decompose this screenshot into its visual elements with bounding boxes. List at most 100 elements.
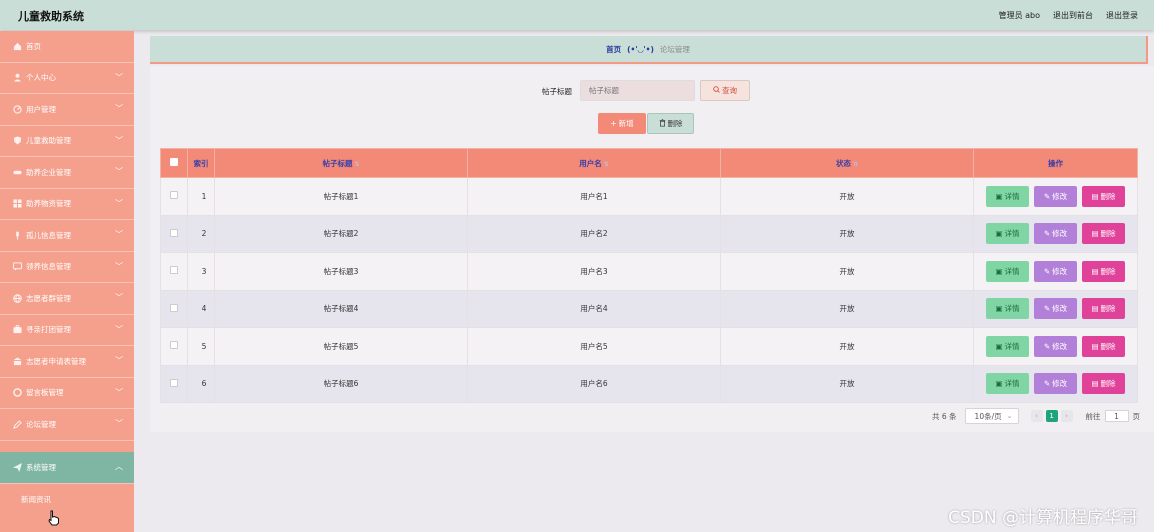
edit-button[interactable]: ✎ 修改 — [1034, 260, 1077, 282]
edit-icon: ✎ — [1043, 229, 1051, 239]
delete-button[interactable]: ▤ 删除 — [1082, 335, 1125, 357]
detail-button[interactable]: ▣ 详情 — [986, 185, 1029, 207]
edit-button[interactable]: ✎ 修改 — [1034, 373, 1077, 395]
table-row: 5 帖子标题5 用户名5 开放 ▣ 详情 ✎ 修改 ▤ 删除 — [160, 327, 1138, 366]
search-input[interactable] — [580, 80, 695, 101]
sidebar-item-0[interactable]: 首页 — [0, 31, 134, 63]
detail-button[interactable]: ▣ 详情 — [986, 373, 1029, 395]
col-header-status[interactable]: 状态 ⇅ — [720, 148, 974, 178]
sidebar-item-label: 寻亲打团管理 — [26, 325, 71, 335]
sidebar-item-1[interactable]: 个人中心 ﹀ — [0, 63, 134, 94]
cell-user: 用户名6 — [467, 364, 721, 403]
cell-ops: ▣ 详情 ✎ 修改 ▤ 删除 — [973, 327, 1138, 366]
col-header-user[interactable]: 用户名 ⇅ — [467, 148, 721, 178]
detail-button[interactable]: ▣ 详情 — [986, 298, 1029, 320]
next-page-button[interactable]: › — [1060, 410, 1073, 422]
col-header-title[interactable]: 帖子标题 ⇅ — [214, 148, 468, 178]
row-select-cell — [160, 177, 188, 216]
edit-button[interactable]: ✎ 修改 — [1034, 223, 1077, 245]
delete-button[interactable]: ▤ 删除 — [1082, 223, 1125, 245]
detail-icon: ▣ — [995, 304, 1003, 314]
row-select-cell — [160, 252, 188, 291]
cell-ops: ▣ 详情 ✎ 修改 ▤ 删除 — [973, 214, 1138, 253]
breadcrumb-current: 论坛管理 — [659, 44, 690, 54]
row-checkbox[interactable] — [170, 191, 178, 200]
breadcrumb: 首页 (•'◡'•) 论坛管理 — [150, 36, 1148, 64]
trash-icon: ▤ — [1091, 379, 1099, 389]
sidebar-item-3[interactable]: 儿童救助管理 ﹀ — [0, 126, 134, 157]
table-header-row: 索引 帖子标题 ⇅ 用户名 ⇅ 状态 ⇅ 操作 — [160, 148, 1138, 178]
sidebar-item-9[interactable]: 寻亲打团管理 ﹀ — [0, 315, 134, 346]
detail-icon: ▣ — [995, 379, 1003, 389]
goto-page-input[interactable]: 1 — [1104, 410, 1129, 422]
cell-status: 开放 — [720, 252, 974, 291]
batch-delete-button[interactable]: 删除 — [647, 113, 694, 134]
logout-link[interactable]: 退出登录 — [1106, 10, 1138, 21]
chevron-down-icon: ﹀ — [115, 293, 123, 302]
pager-total: 共 6 条 — [932, 411, 957, 421]
pen-icon — [12, 419, 22, 429]
add-button[interactable]: + 新增 — [598, 113, 646, 134]
sidebar-item-7[interactable]: 领养信息管理 ﹀ — [0, 252, 134, 283]
sidebar-item-4[interactable]: 助养企业管理 ﹀ — [0, 157, 134, 189]
cell-title: 帖子标题3 — [214, 252, 468, 291]
send-icon — [12, 462, 22, 472]
row-select-cell — [160, 364, 188, 403]
handshake-icon — [12, 167, 22, 177]
sidebar-item-8[interactable]: 志愿者群管理 ﹀ — [0, 283, 134, 315]
edit-button[interactable]: ✎ 修改 — [1034, 298, 1077, 320]
cell-index: 1 — [187, 177, 215, 216]
sidebar-item-6[interactable]: 孤儿信息管理 ﹀ — [0, 220, 134, 252]
chevron-down-icon: ﹀ — [115, 356, 123, 365]
edit-button[interactable]: ✎ 修改 — [1034, 335, 1077, 357]
row-checkbox[interactable] — [170, 266, 178, 275]
page-number-current[interactable]: 1 — [1045, 410, 1058, 422]
sidebar-subitem-news[interactable]: 新闻资讯 — [0, 483, 134, 516]
sort-icon: ⇅ — [852, 160, 859, 168]
cell-ops: ▣ 详情 ✎ 修改 ▤ 删除 — [973, 177, 1138, 216]
query-button[interactable]: 查询 — [700, 80, 750, 101]
row-checkbox[interactable] — [170, 341, 178, 350]
detail-button[interactable]: ▣ 详情 — [986, 260, 1029, 282]
sidebar-item-system[interactable]: 系统管理 ︿ — [0, 451, 134, 484]
pagination: 共 6 条 10条/页 ⌄ ‹ 1 › 前往 1 页 — [932, 408, 1140, 424]
app-title: 儿童救助系统 — [18, 10, 84, 23]
trash-icon: ▤ — [1091, 191, 1099, 201]
row-checkbox[interactable] — [170, 303, 178, 312]
edit-button[interactable]: ✎ 修改 — [1034, 185, 1077, 207]
cell-ops: ▣ 详情 ✎ 修改 ▤ 删除 — [973, 252, 1138, 291]
select-all-checkbox[interactable] — [170, 158, 178, 166]
cell-status: 开放 — [720, 214, 974, 253]
row-checkbox[interactable] — [170, 228, 178, 237]
delete-button[interactable]: ▤ 删除 — [1082, 185, 1125, 207]
cell-user: 用户名4 — [467, 289, 721, 328]
message-icon — [12, 262, 22, 272]
delete-button[interactable]: ▤ 删除 — [1082, 260, 1125, 282]
page-size-select[interactable]: 10条/页 ⌄ — [964, 408, 1019, 424]
row-checkbox[interactable] — [170, 378, 178, 387]
chevron-down-icon: ﹀ — [115, 198, 123, 208]
sidebar-item-2[interactable]: 用户管理 ﹀ — [0, 94, 134, 126]
cell-index: 2 — [187, 214, 215, 253]
sidebar-item-10[interactable]: 志愿者申请表管理 ﹀ — [0, 346, 134, 378]
chevron-down-icon: ﹀ — [115, 419, 123, 428]
detail-button[interactable]: ▣ 详情 — [986, 223, 1029, 245]
sidebar-item-label: 个人中心 — [26, 73, 56, 83]
detail-icon: ▣ — [995, 266, 1003, 276]
detail-button[interactable]: ▣ 详情 — [986, 335, 1029, 357]
trash-icon: ▤ — [1091, 229, 1099, 239]
cell-user: 用户名3 — [467, 252, 721, 291]
sidebar-item-label: 用户管理 — [26, 104, 56, 114]
trash-icon: ▤ — [1091, 304, 1099, 314]
sidebar-item-12[interactable]: 论坛管理 ﹀ — [0, 409, 134, 441]
delete-button[interactable]: ▤ 删除 — [1082, 298, 1125, 320]
prev-page-button[interactable]: ‹ — [1030, 410, 1043, 422]
back-to-front-link[interactable]: 退出到前台 — [1053, 10, 1093, 21]
breadcrumb-home[interactable]: 首页 — [606, 44, 621, 55]
bank-icon — [12, 356, 22, 366]
sidebar-item-11[interactable]: 留言板管理 ﹀ — [0, 378, 134, 409]
delete-button[interactable]: ▤ 删除 — [1082, 373, 1125, 395]
edit-icon: ✎ — [1043, 266, 1051, 276]
sidebar-item-5[interactable]: 助养物资管理 ﹀ — [0, 189, 134, 220]
page-unit-label: 页 — [1132, 411, 1141, 421]
